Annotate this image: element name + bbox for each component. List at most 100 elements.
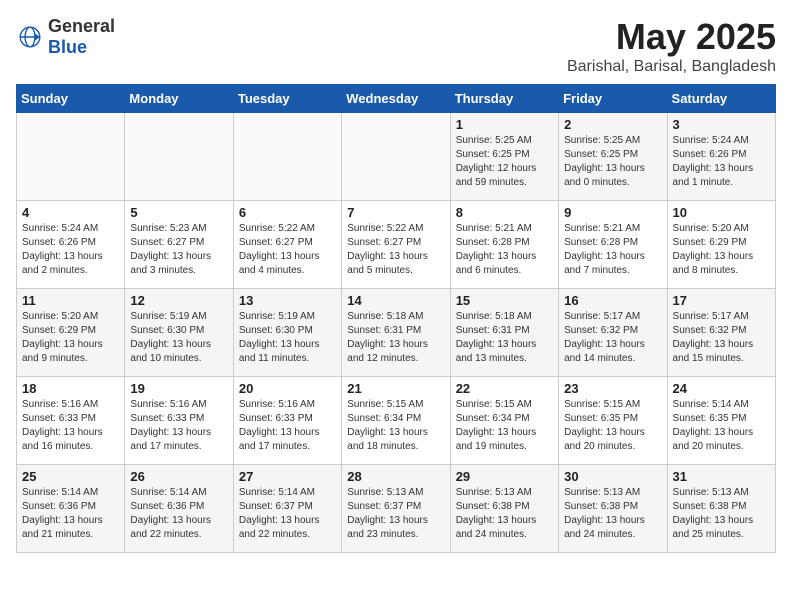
day-number: 16	[564, 293, 661, 308]
day-cell: 20 Sunrise: 5:16 AM Sunset: 6:33 PM Dayli…	[233, 377, 341, 465]
day-number: 23	[564, 381, 661, 396]
day-cell: 26 Sunrise: 5:14 AM Sunset: 6:36 PM Dayli…	[125, 465, 233, 553]
day-number: 26	[130, 469, 227, 484]
day-info: Sunrise: 5:15 AM Sunset: 6:35 PM Dayligh…	[564, 398, 661, 454]
day-number: 12	[130, 293, 227, 308]
day-number: 14	[347, 293, 444, 308]
logo-icon	[16, 23, 44, 51]
day-number: 9	[564, 205, 661, 220]
calendar-body: 1 Sunrise: 5:25 AM Sunset: 6:25 PM Daylig…	[17, 113, 776, 553]
day-number: 17	[673, 293, 770, 308]
day-cell: 18 Sunrise: 5:16 AM Sunset: 6:33 PM Dayli…	[17, 377, 125, 465]
day-cell: 23 Sunrise: 5:15 AM Sunset: 6:35 PM Dayli…	[559, 377, 667, 465]
day-info: Sunrise: 5:14 AM Sunset: 6:36 PM Dayligh…	[130, 486, 227, 542]
day-number: 18	[22, 381, 119, 396]
day-number: 24	[673, 381, 770, 396]
day-cell: 6Sunrise: 5:22 AM Sunset: 6:27 PM Daylig…	[233, 201, 341, 289]
day-number: 21	[347, 381, 444, 396]
day-cell: 19 Sunrise: 5:16 AM Sunset: 6:33 PM Dayli…	[125, 377, 233, 465]
day-info: Sunrise: 5:13 AM Sunset: 6:37 PM Dayligh…	[347, 486, 444, 542]
calendar-table: SundayMondayTuesdayWednesdayThursdayFrid…	[16, 84, 776, 553]
day-number: 5	[130, 205, 227, 220]
day-cell: 1Sunrise: 5:25 AM Sunset: 6:25 PM Daylig…	[450, 113, 558, 201]
day-cell: 29Sunrise: 5:13 AM Sunset: 6:38 PM Dayli…	[450, 465, 558, 553]
weekday-saturday: Saturday	[667, 85, 775, 113]
day-number: 11	[22, 293, 119, 308]
day-info: Sunrise: 5:15 AM Sunset: 6:34 PM Dayligh…	[347, 398, 444, 454]
weekday-wednesday: Wednesday	[342, 85, 450, 113]
day-number: 13	[239, 293, 336, 308]
day-cell: 15 Sunrise: 5:18 AM Sunset: 6:31 PM Dayli…	[450, 289, 558, 377]
day-cell: 12 Sunrise: 5:19 AM Sunset: 6:30 PM Dayli…	[125, 289, 233, 377]
month-title: May 2025	[567, 16, 776, 58]
day-info: Sunrise: 5:16 AM Sunset: 6:33 PM Dayligh…	[22, 398, 119, 454]
day-info: Sunrise: 5:23 AM Sunset: 6:27 PM Dayligh…	[130, 222, 227, 278]
day-cell: 31 Sunrise: 5:13 AM Sunset: 6:38 PM Dayli…	[667, 465, 775, 553]
day-info: Sunrise: 5:25 AM Sunset: 6:25 PM Dayligh…	[564, 134, 661, 190]
day-cell: 17 Sunrise: 5:17 AM Sunset: 6:32 PM Dayli…	[667, 289, 775, 377]
weekday-friday: Friday	[559, 85, 667, 113]
day-number: 31	[673, 469, 770, 484]
day-info: Sunrise: 5:22 AM Sunset: 6:27 PM Dayligh…	[347, 222, 444, 278]
day-cell: 9 Sunrise: 5:21 AM Sunset: 6:28 PM Daylig…	[559, 201, 667, 289]
day-number: 10	[673, 205, 770, 220]
day-info: Sunrise: 5:13 AM Sunset: 6:38 PM Dayligh…	[564, 486, 661, 542]
day-info: Sunrise: 5:16 AM Sunset: 6:33 PM Dayligh…	[130, 398, 227, 454]
day-info: Sunrise: 5:14 AM Sunset: 6:36 PM Dayligh…	[22, 486, 119, 542]
day-info: Sunrise: 5:16 AM Sunset: 6:33 PM Dayligh…	[239, 398, 336, 454]
day-cell	[233, 113, 341, 201]
week-row-5: 25 Sunrise: 5:14 AM Sunset: 6:36 PM Dayli…	[17, 465, 776, 553]
page-header: General Blue May 2025 Barishal, Barisal,…	[16, 16, 776, 76]
day-info: Sunrise: 5:14 AM Sunset: 6:35 PM Dayligh…	[673, 398, 770, 454]
day-number: 3	[673, 117, 770, 132]
week-row-3: 11 Sunrise: 5:20 AM Sunset: 6:29 PM Dayli…	[17, 289, 776, 377]
day-cell	[17, 113, 125, 201]
day-cell: 4Sunrise: 5:24 AM Sunset: 6:26 PM Daylig…	[17, 201, 125, 289]
week-row-4: 18 Sunrise: 5:16 AM Sunset: 6:33 PM Dayli…	[17, 377, 776, 465]
day-info: Sunrise: 5:20 AM Sunset: 6:29 PM Dayligh…	[22, 310, 119, 366]
day-cell: 13Sunrise: 5:19 AM Sunset: 6:30 PM Dayli…	[233, 289, 341, 377]
weekday-tuesday: Tuesday	[233, 85, 341, 113]
day-cell: 8 Sunrise: 5:21 AM Sunset: 6:28 PM Daylig…	[450, 201, 558, 289]
day-info: Sunrise: 5:14 AM Sunset: 6:37 PM Dayligh…	[239, 486, 336, 542]
week-row-2: 4Sunrise: 5:24 AM Sunset: 6:26 PM Daylig…	[17, 201, 776, 289]
day-number: 8	[456, 205, 553, 220]
day-cell	[125, 113, 233, 201]
day-info: Sunrise: 5:20 AM Sunset: 6:29 PM Dayligh…	[673, 222, 770, 278]
day-info: Sunrise: 5:18 AM Sunset: 6:31 PM Dayligh…	[456, 310, 553, 366]
day-cell: 14 Sunrise: 5:18 AM Sunset: 6:31 PM Dayli…	[342, 289, 450, 377]
day-cell: 24 Sunrise: 5:14 AM Sunset: 6:35 PM Dayli…	[667, 377, 775, 465]
day-info: Sunrise: 5:24 AM Sunset: 6:26 PM Dayligh…	[673, 134, 770, 190]
day-info: Sunrise: 5:15 AM Sunset: 6:34 PM Dayligh…	[456, 398, 553, 454]
weekday-thursday: Thursday	[450, 85, 558, 113]
day-cell: 2Sunrise: 5:25 AM Sunset: 6:25 PM Daylig…	[559, 113, 667, 201]
title-area: May 2025 Barishal, Barisal, Bangladesh	[567, 16, 776, 76]
day-info: Sunrise: 5:18 AM Sunset: 6:31 PM Dayligh…	[347, 310, 444, 366]
day-info: Sunrise: 5:19 AM Sunset: 6:30 PM Dayligh…	[130, 310, 227, 366]
day-number: 19	[130, 381, 227, 396]
day-cell: 30Sunrise: 5:13 AM Sunset: 6:38 PM Dayli…	[559, 465, 667, 553]
day-cell: 27Sunrise: 5:14 AM Sunset: 6:37 PM Dayli…	[233, 465, 341, 553]
day-info: Sunrise: 5:13 AM Sunset: 6:38 PM Dayligh…	[673, 486, 770, 542]
day-info: Sunrise: 5:21 AM Sunset: 6:28 PM Dayligh…	[564, 222, 661, 278]
day-number: 6	[239, 205, 336, 220]
day-info: Sunrise: 5:17 AM Sunset: 6:32 PM Dayligh…	[673, 310, 770, 366]
day-cell: 22Sunrise: 5:15 AM Sunset: 6:34 PM Dayli…	[450, 377, 558, 465]
day-cell: 10 Sunrise: 5:20 AM Sunset: 6:29 PM Dayli…	[667, 201, 775, 289]
weekday-header: SundayMondayTuesdayWednesdayThursdayFrid…	[17, 85, 776, 113]
day-number: 20	[239, 381, 336, 396]
day-cell: 11 Sunrise: 5:20 AM Sunset: 6:29 PM Dayli…	[17, 289, 125, 377]
day-cell	[342, 113, 450, 201]
day-number: 4	[22, 205, 119, 220]
day-cell: 21 Sunrise: 5:15 AM Sunset: 6:34 PM Dayli…	[342, 377, 450, 465]
day-number: 15	[456, 293, 553, 308]
day-number: 1	[456, 117, 553, 132]
day-cell: 5 Sunrise: 5:23 AM Sunset: 6:27 PM Daylig…	[125, 201, 233, 289]
logo: General Blue	[16, 16, 115, 58]
day-info: Sunrise: 5:17 AM Sunset: 6:32 PM Dayligh…	[564, 310, 661, 366]
location-title: Barishal, Barisal, Bangladesh	[567, 58, 776, 76]
day-number: 25	[22, 469, 119, 484]
weekday-monday: Monday	[125, 85, 233, 113]
day-info: Sunrise: 5:21 AM Sunset: 6:28 PM Dayligh…	[456, 222, 553, 278]
logo-general: General	[48, 16, 115, 36]
